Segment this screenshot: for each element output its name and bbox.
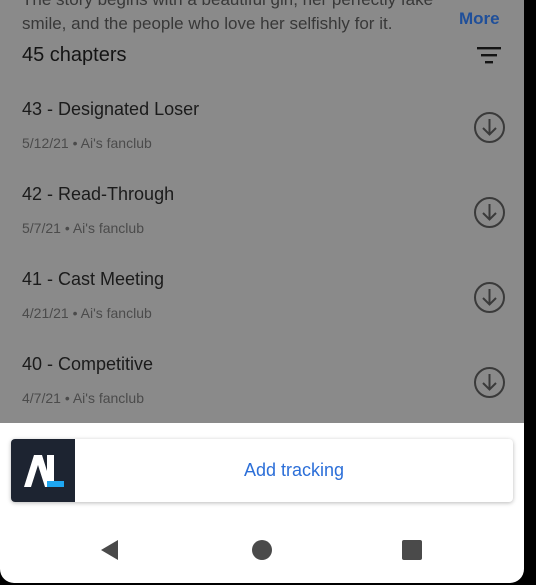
chapter-meta: 5/7/21 • Ai's fanclub [22,220,144,236]
filter-icon[interactable] [476,44,502,66]
phone-screen: The story begins with a beautiful girl, … [0,0,524,583]
chapter-meta: 4/7/21 • Ai's fanclub [22,390,144,406]
chapter-title: 41 - Cast Meeting [22,269,165,289]
download-icon[interactable] [473,196,506,229]
anilist-logo-icon [24,455,64,487]
chapter-meta: 4/21/21 • Ai's fanclub [22,305,152,321]
more-link[interactable]: More [459,9,500,29]
chapter-row[interactable]: 41 - Cast Meeting 4/21/21 • Ai's fanclub [0,269,524,354]
chapter-row[interactable]: 40 - Competitive 4/7/21 • Ai's fanclub [0,354,524,439]
chapter-row[interactable]: 42 - Read-Through 5/7/21 • Ai's fanclub [0,184,524,269]
synopsis-line-1: The story begins with a beautiful girl, … [22,0,492,12]
tracking-sheet-card: Add tracking [11,439,513,502]
chapter-title: 42 - Read-Through [22,184,175,204]
anilist-logo [11,439,75,502]
synopsis-text: The story begins with a beautiful girl, … [22,0,492,36]
system-navigation-bar [0,520,524,580]
synopsis-line-2: smile, and the people who love her selfi… [22,14,393,33]
home-circle-icon[interactable] [250,538,274,562]
download-icon[interactable] [473,281,506,314]
chapter-row[interactable]: 43 - Designated Loser 5/12/21 • Ai's fan… [0,99,524,184]
chapter-title: 43 - Designated Loser [22,99,200,119]
back-triangle-icon[interactable] [98,538,122,562]
chapters-count: 45 chapters [22,44,127,66]
download-icon[interactable] [473,111,506,144]
chapter-title: 40 - Competitive [22,354,154,374]
download-icon[interactable] [473,366,506,399]
dimmed-manga-details: The story begins with a beautiful girl, … [0,0,524,423]
add-tracking-button[interactable]: Add tracking [75,439,513,502]
recents-square-icon[interactable] [400,538,424,562]
chapter-meta: 5/12/21 • Ai's fanclub [22,135,152,151]
